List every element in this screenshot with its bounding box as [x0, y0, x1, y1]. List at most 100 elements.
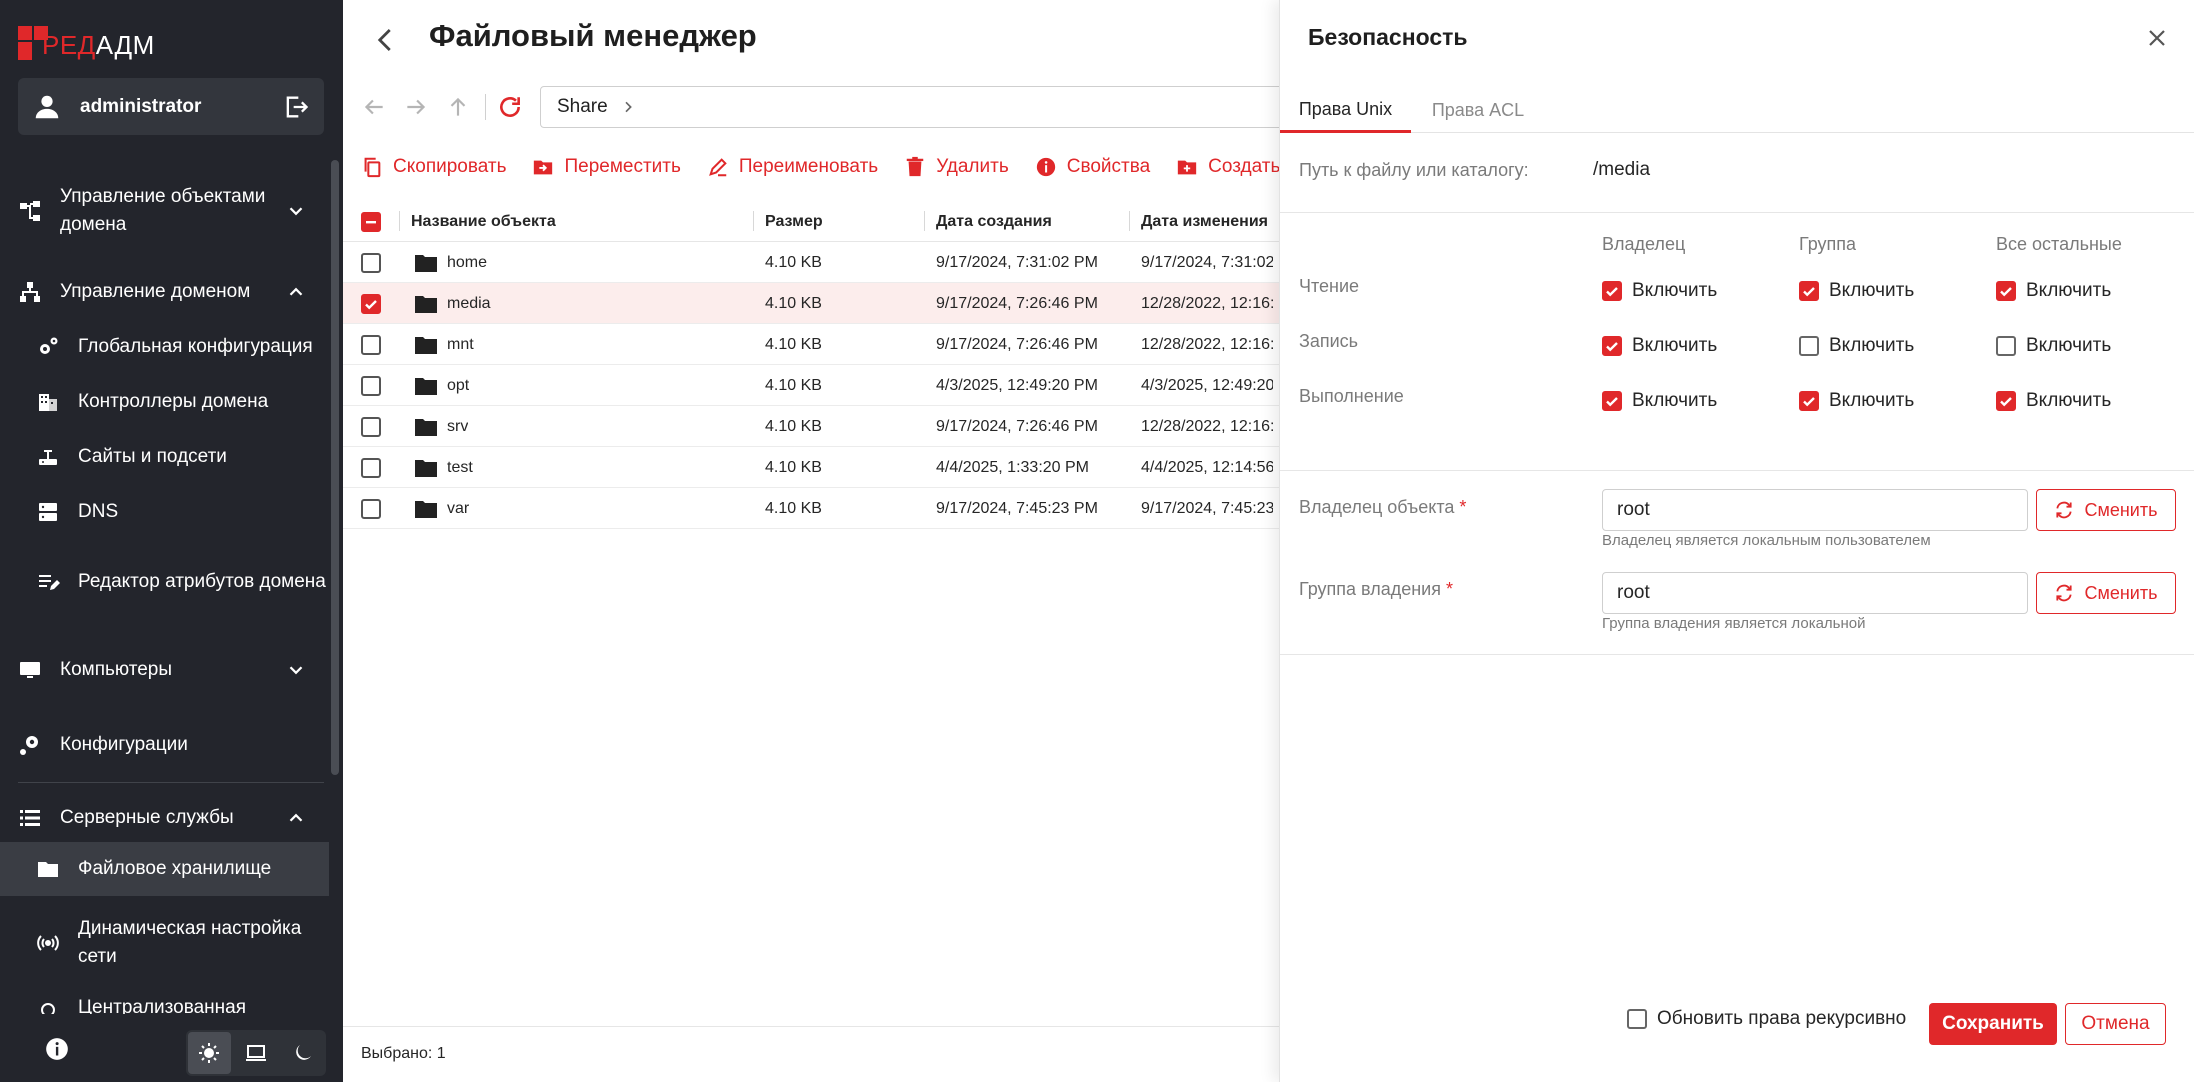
signal-icon: [37, 935, 59, 951]
select-all-checkbox[interactable]: [361, 201, 381, 242]
file-name-cell[interactable]: var: [415, 488, 469, 529]
checkbox[interactable]: [1627, 1009, 1647, 1029]
info-icon[interactable]: [44, 1036, 70, 1062]
chevron-up-icon[interactable]: [285, 807, 307, 829]
app-logo[interactable]: РЕДАДМ: [18, 20, 155, 60]
file-modified: 9/17/2024, 7:45:23: [1141, 499, 1273, 517]
column-header-size[interactable]: Размер: [765, 201, 823, 242]
org-tree-icon: [20, 201, 40, 221]
permission-checkbox[interactable]: Включить: [1602, 280, 1717, 302]
enable-label: Включить: [1632, 390, 1718, 411]
sidebar-item-centralized[interactable]: Централизованная: [0, 994, 329, 1014]
permission-checkbox[interactable]: Включить: [1799, 335, 1914, 357]
table-row[interactable]: media 4.10 KB 9/17/2024, 7:26:46 PM 12/28/2…: [343, 283, 1279, 324]
change-group-label: Сменить: [2084, 582, 2158, 603]
refresh-icon[interactable]: [497, 94, 523, 120]
permission-checkbox[interactable]: Включить: [1602, 335, 1717, 357]
row-checkbox[interactable]: [361, 324, 381, 365]
sidebar-item-server-services[interactable]: Серверные службы: [0, 798, 329, 838]
permission-checkbox[interactable]: Включить: [1799, 280, 1914, 302]
change-group-button[interactable]: Сменить: [2036, 572, 2176, 614]
dns-icon: [39, 503, 57, 521]
permission-checkbox[interactable]: Включить: [1996, 280, 2111, 302]
file-modified: 12/28/2022, 12:16:: [1141, 417, 1273, 435]
permission-checkbox[interactable]: Включить: [1996, 335, 2111, 357]
tab-unix-permissions[interactable]: Права Unix: [1280, 88, 1411, 133]
nav-back-icon[interactable]: [361, 94, 387, 120]
light-theme-button[interactable]: [188, 1032, 231, 1074]
sidebar-item-dhcp[interactable]: Динамическая настройка сети: [0, 910, 329, 976]
table-row[interactable]: var 4.10 KB 9/17/2024, 7:45:23 PM 9/17/2024…: [343, 488, 1279, 529]
row-checkbox[interactable]: [361, 365, 381, 406]
table-row[interactable]: opt 4.10 KB 4/3/2025, 12:49:20 PM 4/3/2025,…: [343, 365, 1279, 406]
file-name-cell[interactable]: srv: [415, 406, 468, 447]
copy-button[interactable]: Скопировать: [361, 156, 506, 178]
move-button[interactable]: Переместить: [532, 156, 681, 178]
sidebar-scrollbar[interactable]: [331, 160, 339, 775]
sidebar-item-domain-management[interactable]: Управление доменом: [0, 272, 329, 312]
sidebar-item-domain-objects[interactable]: Управление объектами домена: [0, 178, 329, 244]
back-arrow-icon[interactable]: [371, 22, 401, 58]
system-theme-button[interactable]: [235, 1032, 278, 1074]
folder-icon: [415, 254, 437, 272]
properties-button[interactable]: Свойства: [1035, 156, 1150, 178]
delete-button[interactable]: Удалить: [904, 156, 1009, 178]
file-size: 4.10 KB: [765, 335, 822, 353]
sidebar-item-label: Конфигурации: [60, 734, 188, 755]
sidebar-item-global-config[interactable]: Глобальная конфигурация: [0, 327, 329, 367]
sidebar-item-computers[interactable]: Компьютеры: [0, 650, 329, 690]
permission-checkbox[interactable]: Включить: [1799, 390, 1914, 412]
table-row[interactable]: test 4.10 KB 4/4/2025, 1:33:20 PM 4/4/2025,…: [343, 447, 1279, 488]
file-created: 4/4/2025, 1:33:20 PM: [936, 458, 1089, 476]
generic-icon: [41, 1003, 55, 1014]
sidebar-item-configurations[interactable]: Конфигурации: [0, 725, 329, 765]
column-header-created[interactable]: Дата создания: [936, 201, 1052, 242]
column-header-name[interactable]: Название объекта: [411, 201, 556, 242]
table-row[interactable]: mnt 4.10 KB 9/17/2024, 7:26:46 PM 12/28/202…: [343, 324, 1279, 365]
sidebar-item-attribute-editor[interactable]: Редактор атрибутов домена: [0, 549, 329, 615]
rename-button[interactable]: Переименовать: [707, 156, 878, 178]
table-row[interactable]: home 4.10 KB 9/17/2024, 7:31:02 PM 9/17/202…: [343, 242, 1279, 283]
file-name-cell[interactable]: opt: [415, 365, 469, 406]
row-checkbox[interactable]: [361, 447, 381, 488]
column-header-modified[interactable]: Дата изменения: [1141, 201, 1268, 242]
row-checkbox[interactable]: [361, 488, 381, 529]
sidebar-item-domain-controllers[interactable]: Контроллеры домена: [0, 382, 329, 422]
nav-forward-icon[interactable]: [403, 94, 429, 120]
divider: [1280, 470, 2194, 471]
file-name-cell[interactable]: home: [415, 242, 487, 283]
file-name-cell[interactable]: test: [415, 447, 473, 488]
file-size: 4.10 KB: [765, 376, 822, 394]
owner-input[interactable]: root: [1602, 489, 2028, 531]
logout-icon[interactable]: [282, 93, 310, 121]
sidebar-item-label: Управление объектами домена: [60, 186, 266, 235]
path-breadcrumb[interactable]: Share: [540, 86, 1300, 128]
sidebar-item-dns[interactable]: DNS: [0, 492, 329, 532]
perm-row-label: Запись: [1299, 331, 1359, 351]
chevron-up-icon[interactable]: [285, 281, 307, 303]
file-name-cell[interactable]: media: [415, 283, 491, 324]
chevron-down-icon[interactable]: [285, 200, 307, 222]
permission-checkbox[interactable]: Включить: [1996, 390, 2111, 412]
row-checkbox[interactable]: [361, 406, 381, 447]
row-checkbox[interactable]: [361, 283, 381, 324]
recursive-checkbox[interactable]: Обновить права рекурсивно: [1627, 1008, 1906, 1030]
save-button[interactable]: Сохранить: [1929, 1003, 2057, 1045]
breadcrumb-item[interactable]: Share: [557, 96, 608, 118]
file-name-cell[interactable]: mnt: [415, 324, 474, 365]
cancel-button[interactable]: Отмена: [2065, 1003, 2166, 1045]
dark-theme-button[interactable]: [281, 1032, 324, 1074]
sidebar-item-sites-subnets[interactable]: Сайты и подсети: [0, 437, 329, 477]
table-row[interactable]: srv 4.10 KB 9/17/2024, 7:26:46 PM 12/28/202…: [343, 406, 1279, 447]
permission-checkbox[interactable]: Включить: [1602, 390, 1717, 412]
change-owner-button[interactable]: Сменить: [2036, 489, 2176, 531]
nav-up-icon[interactable]: [445, 94, 471, 120]
close-icon[interactable]: [2145, 26, 2169, 50]
row-checkbox[interactable]: [361, 242, 381, 283]
selection-count: Выбрано: 1: [361, 1045, 446, 1062]
group-input[interactable]: root: [1602, 572, 2028, 614]
toolbar-divider: [485, 94, 486, 120]
chevron-down-icon[interactable]: [285, 659, 307, 681]
sidebar-item-file-storage[interactable]: Файловое хранилище: [0, 842, 329, 896]
tab-acl-permissions[interactable]: Права ACL: [1411, 88, 1545, 133]
